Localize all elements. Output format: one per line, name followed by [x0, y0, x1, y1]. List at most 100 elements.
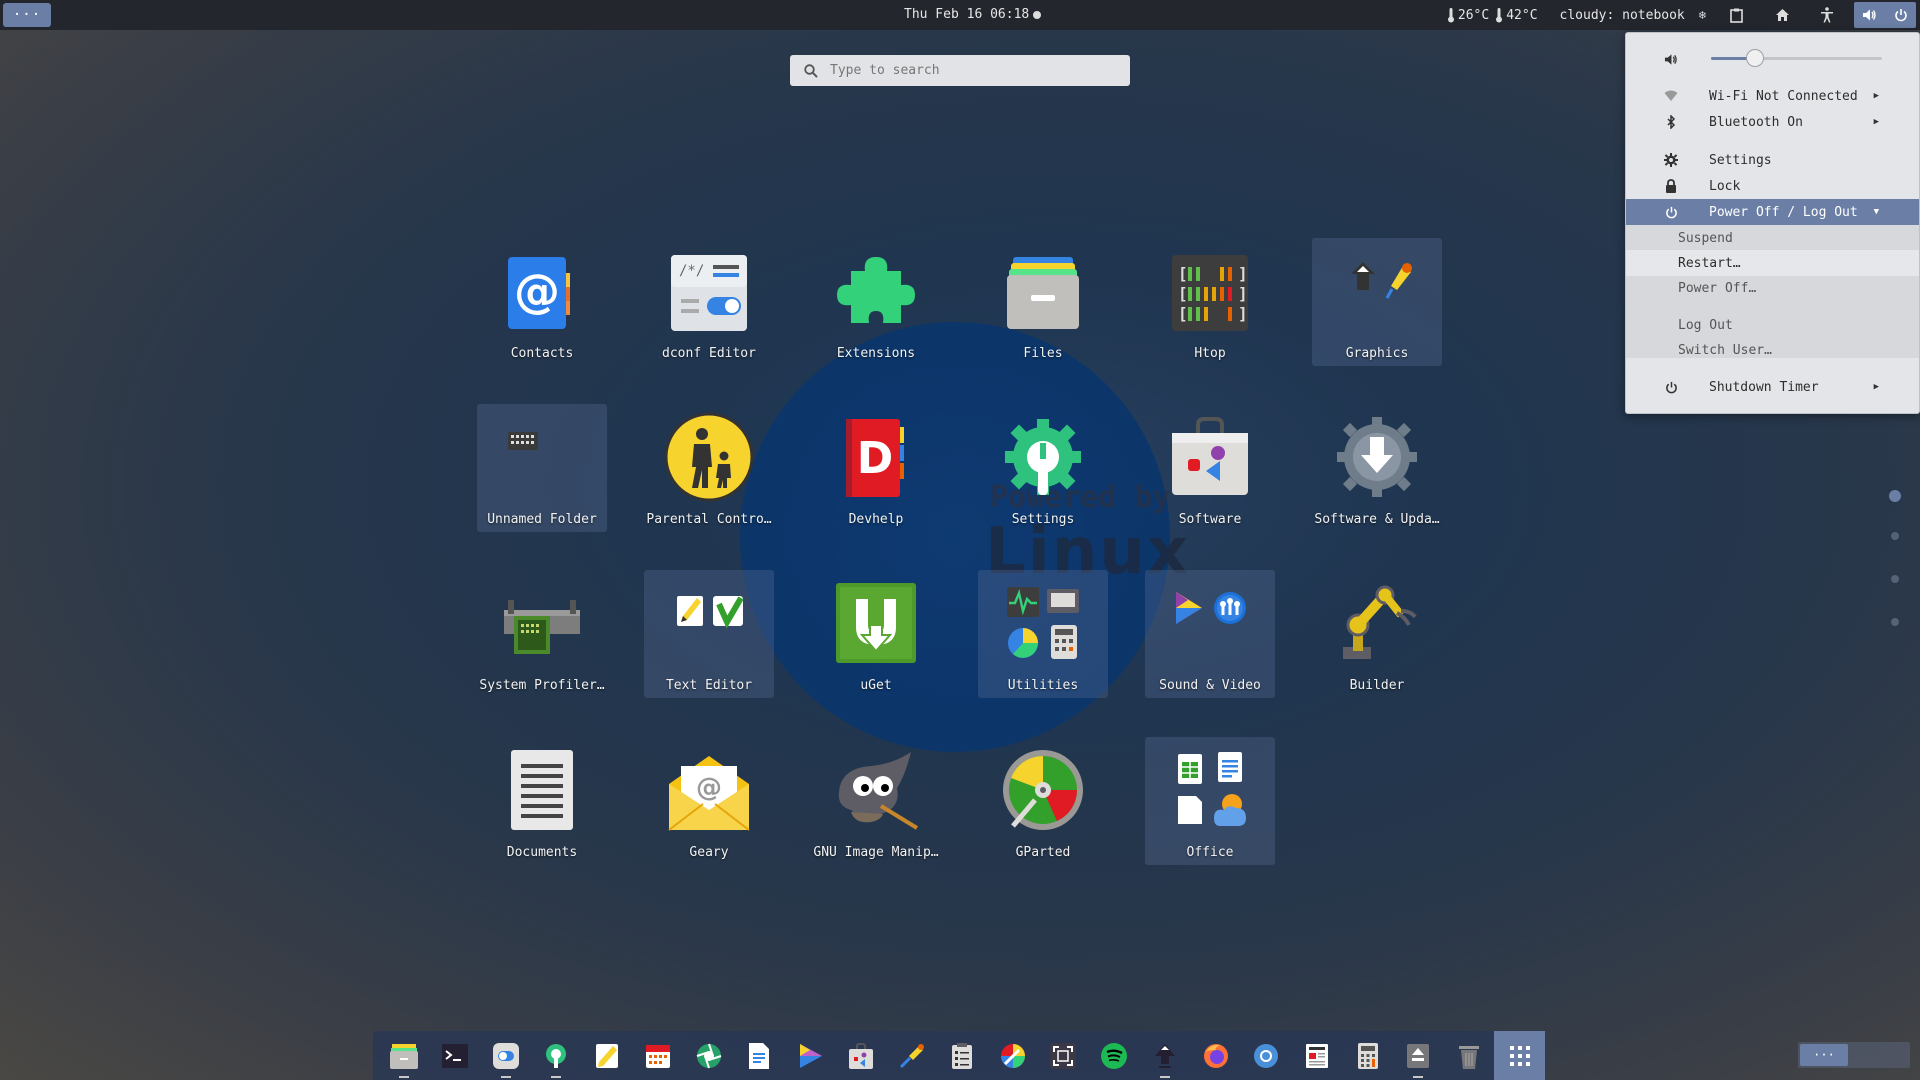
dock-files[interactable]	[379, 1031, 430, 1080]
folder-label: Unnamed Folder	[487, 512, 597, 527]
suspend-item[interactable]: Suspend	[1626, 225, 1919, 251]
app-extensions[interactable]: Extensions	[811, 238, 941, 366]
svg-text:]: ]	[1238, 304, 1248, 323]
running-indicator	[551, 1076, 562, 1078]
dock-spotify[interactable]	[1089, 1031, 1140, 1080]
svg-text:D: D	[857, 433, 894, 484]
submenu-arrow-icon: ▶	[1873, 382, 1879, 392]
search-input[interactable]	[830, 63, 1110, 78]
search-bar[interactable]	[790, 55, 1130, 86]
app-label: uGet	[860, 678, 892, 693]
dock-calendar[interactable]	[633, 1031, 684, 1080]
folder-text-editor[interactable]: Text Editor	[644, 570, 774, 698]
dock-calculator[interactable]	[1342, 1031, 1393, 1080]
system-menu: Wi-Fi Not Connected ▶ Bluetooth On ▶ Set…	[1625, 32, 1920, 414]
dock-documents[interactable]	[734, 1031, 785, 1080]
dock-usb-writer[interactable]	[1393, 1031, 1444, 1080]
app-documents[interactable]: Documents	[477, 737, 607, 865]
dock-terminal[interactable]	[430, 1031, 481, 1080]
home-icon[interactable]	[1775, 8, 1790, 22]
folder-label: Text Editor	[665, 678, 753, 693]
app-devhelp[interactable]: D Devhelp	[811, 404, 941, 532]
dock-tweaks[interactable]	[480, 1031, 531, 1080]
accessibility-icon[interactable]	[1820, 7, 1834, 23]
dock-software[interactable]	[835, 1031, 886, 1080]
app-uget[interactable]: uGet	[811, 570, 941, 698]
restart-item[interactable]: Restart…	[1626, 250, 1919, 276]
wifi-item[interactable]: Wi-Fi Not Connected ▶	[1626, 83, 1919, 109]
app-software[interactable]: Software	[1145, 404, 1275, 532]
app-geary[interactable]: @ Geary	[644, 737, 774, 865]
app-dconf-editor[interactable]: /*/ dconf Editor	[644, 238, 774, 366]
dock-show-apps[interactable]	[1494, 1031, 1546, 1080]
app-htop[interactable]: [] [] [] Htop	[1145, 238, 1275, 366]
software-icon	[848, 1042, 873, 1069]
workspace-switcher: ···	[1798, 1042, 1910, 1068]
app-gimp[interactable]: GNU Image Manip…	[811, 737, 941, 865]
app-contacts[interactable]: @ Contacts	[477, 238, 607, 366]
app-files[interactable]: Files	[978, 238, 1108, 366]
snowflake-icon[interactable]: ❄	[1699, 8, 1706, 22]
clipboard-icon[interactable]	[1730, 8, 1743, 23]
switch-user-item[interactable]: Switch User…	[1626, 337, 1919, 363]
app-settings[interactable]: Settings	[978, 404, 1108, 532]
power-off-logout-item[interactable]: Power Off / Log Out ▼	[1626, 199, 1919, 225]
folder-office[interactable]: Office	[1145, 737, 1275, 865]
dock-inkscape[interactable]	[1140, 1031, 1191, 1080]
folder-utilities[interactable]: Utilities	[978, 570, 1108, 698]
inkscape-icon	[1154, 1043, 1175, 1068]
dock-screenshot[interactable]	[1038, 1031, 1089, 1080]
power-off-label: Power Off…	[1678, 280, 1757, 296]
page-indicator[interactable]	[1891, 575, 1899, 583]
system-menu-button[interactable]	[1854, 2, 1916, 28]
dock-color-picker[interactable]	[886, 1031, 937, 1080]
folder-unnamed[interactable]: Unnamed Folder	[477, 404, 607, 532]
page-indicator[interactable]	[1891, 618, 1899, 626]
folder-graphics[interactable]: Graphics	[1312, 238, 1442, 366]
log-out-item[interactable]: Log Out	[1626, 312, 1919, 338]
page-indicator[interactable]	[1891, 532, 1899, 540]
app-gparted[interactable]: GParted	[978, 737, 1108, 865]
contacts-icon: @	[497, 246, 587, 336]
dock-builder[interactable]	[531, 1031, 582, 1080]
app-label: Documents	[506, 845, 578, 860]
chromium-icon	[1254, 1043, 1279, 1068]
wifi-icon	[1664, 89, 1678, 103]
app-label: Devhelp	[848, 512, 904, 527]
volume-slider[interactable]	[1711, 49, 1882, 67]
mail-icon: @	[664, 745, 754, 835]
app-label: Extensions	[836, 346, 916, 361]
app-software-updates[interactable]: Software & Upda…	[1312, 404, 1442, 532]
dock-notes[interactable]	[937, 1031, 988, 1080]
usb-writer-icon	[1407, 1043, 1430, 1068]
gpu-temp[interactable]: 42°C	[1506, 8, 1537, 23]
workspace-button[interactable]: ···	[1800, 1044, 1848, 1066]
page-indicator-active[interactable]	[1889, 490, 1901, 502]
dock-text-editor[interactable]	[582, 1031, 633, 1080]
power-off-item[interactable]: Power Off…	[1626, 275, 1919, 301]
dock-firefox[interactable]	[1190, 1031, 1241, 1080]
shutdown-timer-item[interactable]: Shutdown Timer ▶	[1626, 374, 1919, 400]
settings-icon	[998, 412, 1088, 502]
folder-sound-video[interactable]: Sound & Video	[1145, 570, 1275, 698]
running-indicator	[399, 1076, 410, 1078]
app-label: System Profiler…	[479, 678, 605, 693]
dock-chromium[interactable]	[1241, 1031, 1292, 1080]
builder-icon	[546, 1043, 567, 1068]
dock-newspaper[interactable]	[1292, 1031, 1343, 1080]
dock-aperture[interactable]	[683, 1031, 734, 1080]
activities-button[interactable]: ···	[3, 3, 51, 27]
dock-color-wheel[interactable]	[987, 1031, 1038, 1080]
dock-trash[interactable]	[1444, 1031, 1495, 1080]
app-system-profiler[interactable]: System Profiler…	[477, 570, 607, 698]
settings-item[interactable]: Settings	[1626, 147, 1919, 173]
dock-videos[interactable]	[785, 1031, 836, 1080]
bluetooth-item[interactable]: Bluetooth On ▶	[1626, 109, 1919, 135]
lock-item[interactable]: Lock	[1626, 173, 1919, 199]
clock[interactable]: Thu Feb 16 06:18	[904, 7, 1029, 22]
app-builder[interactable]: Builder	[1312, 570, 1442, 698]
weather-status[interactable]: cloudy: notebook	[1560, 8, 1685, 23]
bluetooth-icon	[1664, 115, 1678, 129]
cpu-temp[interactable]: 26°C	[1458, 8, 1489, 23]
app-parental-controls[interactable]: Parental Contro…	[644, 404, 774, 532]
